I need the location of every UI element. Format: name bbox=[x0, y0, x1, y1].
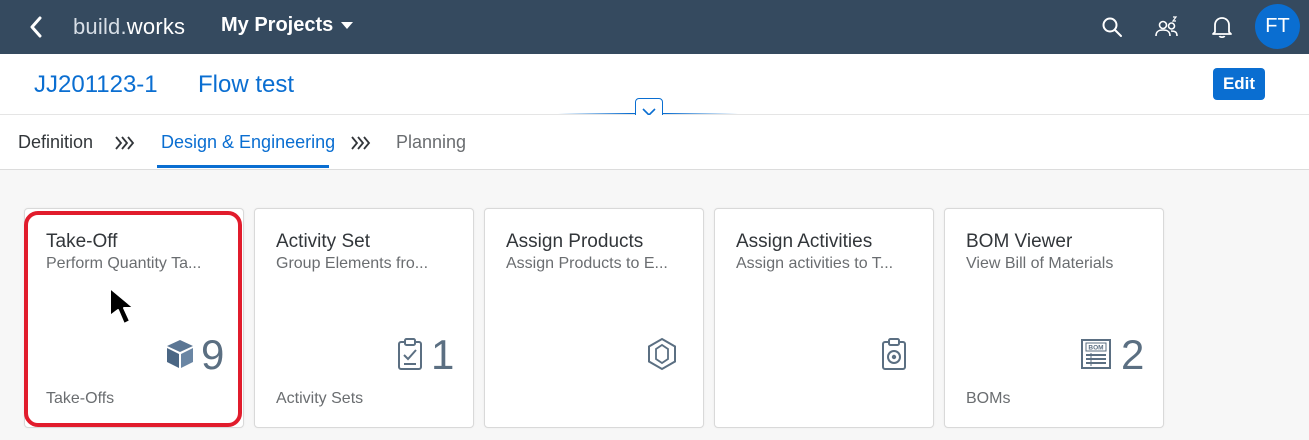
tile-title: Assign Products bbox=[506, 231, 644, 252]
tile-kpi-value: 9 bbox=[201, 331, 225, 378]
tab-definition[interactable]: Definition bbox=[18, 132, 93, 153]
tile-kpi-value: 2 bbox=[1121, 331, 1145, 378]
tile-footer: BOMs bbox=[966, 390, 1011, 407]
tile-subtitle: View Bill of Materials bbox=[966, 255, 1114, 272]
search-icon bbox=[1102, 17, 1122, 37]
edit-button[interactable]: Edit bbox=[1213, 68, 1265, 100]
tab-design-engineering[interactable]: Design & Engineering bbox=[161, 132, 335, 153]
tile-footer: Activity Sets bbox=[276, 390, 364, 407]
mouse-cursor-icon bbox=[109, 287, 135, 325]
active-tab-indicator bbox=[157, 165, 329, 168]
tile-activity-set[interactable]: Activity Set Group Elements fro... 1 Act… bbox=[254, 208, 474, 428]
tile-subtitle: Assign activities to T... bbox=[736, 255, 894, 272]
shell-bar: build.works My Projects FT bbox=[0, 0, 1309, 54]
tile-title: Activity Set bbox=[276, 231, 370, 252]
clipboard-check-icon bbox=[393, 337, 427, 371]
bom-icon: BOM bbox=[1079, 337, 1113, 371]
projects-menu[interactable]: My Projects bbox=[221, 14, 354, 37]
process-tabs: Definition Design & Engineering Planning bbox=[0, 115, 1309, 170]
tile-bom-viewer[interactable]: BOM Viewer View Bill of Materials BOM 2 … bbox=[944, 208, 1164, 428]
user-avatar[interactable]: FT bbox=[1255, 4, 1300, 49]
caret-down-icon bbox=[341, 22, 354, 29]
search-button[interactable] bbox=[1098, 13, 1126, 41]
tile-assign-products[interactable]: Assign Products Assign Products to E... bbox=[484, 208, 704, 428]
tile-kpi-value: 1 bbox=[431, 331, 455, 378]
people-button[interactable] bbox=[1153, 13, 1181, 41]
object-id[interactable]: JJ201123-1 bbox=[34, 71, 158, 99]
people-icon bbox=[1155, 16, 1178, 37]
tab-separator-icon bbox=[350, 135, 372, 156]
projects-menu-label: My Projects bbox=[221, 14, 334, 36]
tile-subtitle: Assign Products to E... bbox=[506, 255, 668, 272]
back-button[interactable] bbox=[22, 13, 50, 41]
brand-suffix: works bbox=[126, 14, 186, 39]
object-name[interactable]: Flow test bbox=[198, 71, 294, 99]
app-logo[interactable]: build.works bbox=[73, 14, 185, 40]
tile-subtitle: Group Elements fro... bbox=[276, 255, 429, 272]
tile-footer: Take-Offs bbox=[46, 390, 115, 407]
tab-separator-icon bbox=[114, 135, 136, 156]
tile-title: BOM Viewer bbox=[966, 231, 1073, 252]
back-arrow-icon bbox=[30, 16, 42, 38]
tile-title: Take-Off bbox=[46, 231, 118, 252]
product-hexagon-icon bbox=[645, 337, 679, 371]
tab-planning[interactable]: Planning bbox=[396, 132, 466, 153]
activity-target-icon bbox=[877, 337, 911, 371]
cube-icon bbox=[163, 337, 197, 371]
tile-subtitle: Perform Quantity Ta... bbox=[46, 255, 202, 272]
tile-title: Assign Activities bbox=[736, 231, 873, 252]
notifications-button[interactable] bbox=[1208, 13, 1236, 41]
bom-icon-label: BOM bbox=[1088, 345, 1103, 352]
brand-prefix: build. bbox=[73, 14, 127, 39]
tile-assign-activities[interactable]: Assign Activities Assign activities to T… bbox=[714, 208, 934, 428]
bell-icon bbox=[1212, 17, 1232, 39]
